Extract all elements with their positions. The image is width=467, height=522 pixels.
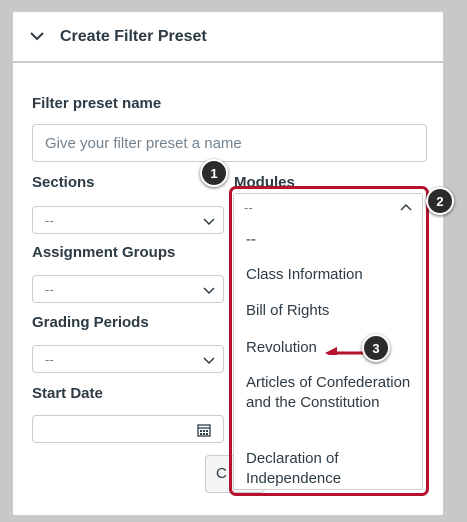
modules-select[interactable]: -- — [233, 193, 423, 221]
arrow-left-icon — [325, 347, 365, 355]
chevron-down-icon[interactable] — [29, 28, 45, 44]
screenshot-frame: Create Filter Preset Filter preset name … — [0, 0, 467, 522]
chevron-down-icon — [203, 287, 215, 295]
assignment-groups-label: Assignment Groups — [32, 244, 176, 261]
sections-select[interactable]: -- — [32, 206, 224, 234]
start-date-label: Start Date — [32, 385, 103, 402]
panel-title: Create Filter Preset — [60, 28, 207, 45]
sections-select-value: -- — [45, 213, 54, 228]
sections-label: Sections — [32, 174, 95, 191]
modules-select-value: -- — [244, 200, 253, 215]
assignment-groups-select[interactable]: -- — [32, 275, 224, 303]
callout-1: 1 — [200, 159, 228, 187]
calendar-icon[interactable] — [197, 423, 211, 437]
preset-name-label: Filter preset name — [32, 95, 162, 112]
grading-periods-select[interactable]: -- — [32, 345, 224, 373]
modules-option[interactable]: Bill of Rights — [246, 301, 329, 321]
preset-name-input[interactable]: Give your filter preset a name — [32, 124, 427, 162]
callout-3: 3 — [362, 334, 390, 362]
preset-name-placeholder: Give your filter preset a name — [45, 134, 242, 152]
modules-option[interactable]: Declaration of Independence — [246, 449, 411, 489]
modules-label: Modules — [234, 174, 295, 191]
grading-periods-select-value: -- — [45, 352, 54, 367]
chevron-down-icon — [203, 218, 215, 226]
cancel-button-label: C — [216, 465, 227, 482]
assignment-groups-select-value: -- — [45, 282, 54, 297]
start-date-input[interactable] — [32, 415, 224, 443]
panel-header[interactable]: Create Filter Preset — [13, 12, 443, 62]
modules-option[interactable]: Class Information — [246, 265, 363, 285]
grading-periods-label: Grading Periods — [32, 314, 149, 331]
modules-option-revolution[interactable]: Revolution — [246, 338, 317, 358]
modules-option[interactable]: Articles of Confederation and the Consti… — [246, 373, 411, 413]
chevron-down-icon — [203, 357, 215, 365]
chevron-up-icon — [400, 203, 412, 211]
modules-dropdown-list: -- Class Information Bill of Rights Revo… — [233, 220, 423, 490]
modules-option[interactable]: -- — [246, 230, 256, 250]
callout-2: 2 — [426, 187, 454, 215]
